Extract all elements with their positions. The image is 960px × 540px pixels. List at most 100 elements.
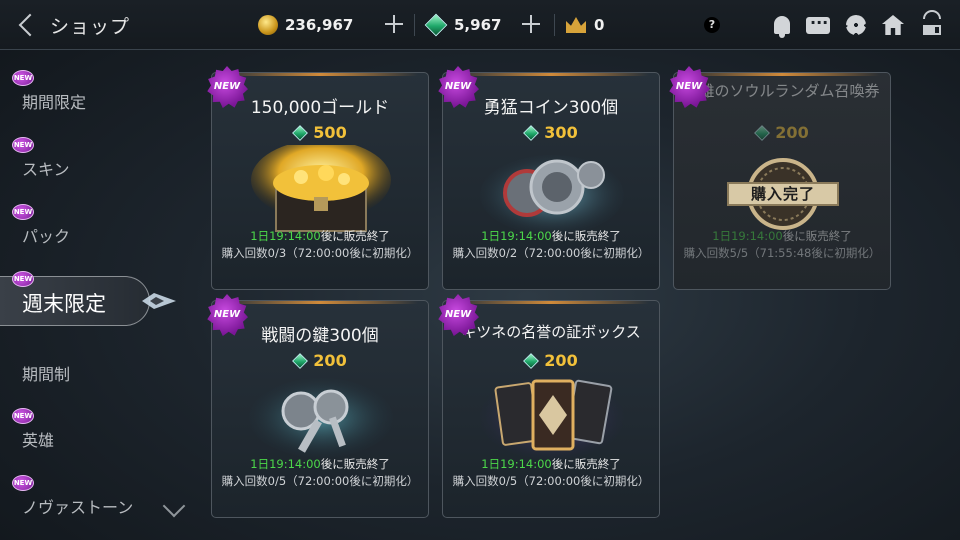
gold-chest-image xyxy=(251,145,391,232)
add-gold-button[interactable] xyxy=(382,12,406,36)
purchase-count: 購入回数0/5（72:00:00後に初期化） xyxy=(452,474,650,488)
timer-value: 1日19:14:00 xyxy=(481,229,552,243)
sidebar-item-skin[interactable]: NEW スキン xyxy=(0,137,170,179)
top-bar: ショップ 236,967 5,967 0 ? xyxy=(0,0,960,50)
new-badge: NEW xyxy=(12,204,34,220)
sidebar-item-period[interactable]: 期間制 xyxy=(0,350,170,390)
help-icon[interactable]: ? xyxy=(704,17,720,33)
timer-suffix: 後に販売終了 xyxy=(320,457,390,471)
price-value: 200 xyxy=(544,351,578,370)
add-gem-button[interactable] xyxy=(519,12,543,36)
shop-card-soul-ticket[interactable]: 英雄のソウルランダム召喚券 200 1日19:14:00後に販売終了 購入回数5… xyxy=(673,72,891,290)
gold-currency: 236,967 xyxy=(258,12,353,38)
crown-amount: 0 xyxy=(594,16,605,34)
sidebar-item-hero[interactable]: NEW 英雄 xyxy=(0,408,170,450)
new-badge: NEW xyxy=(12,137,34,153)
sidebar-item-label: 英雄 xyxy=(22,431,55,450)
sidebar-item-novastone[interactable]: NEW ノヴァストーン xyxy=(0,475,170,517)
timer-suffix: 後に販売終了 xyxy=(551,229,621,243)
chevron-left-icon xyxy=(18,13,42,37)
chat-button[interactable] xyxy=(805,12,831,38)
sidebar-item-label: 期間限定 xyxy=(22,93,87,112)
price-value: 300 xyxy=(544,123,578,142)
settings-button[interactable] xyxy=(843,12,869,38)
gem-currency: 5,967 xyxy=(424,12,502,38)
sale-timer: 1日19:14:00後に販売終了 xyxy=(212,228,428,244)
item-name: 勇猛コイン300個 xyxy=(483,98,619,118)
timer-suffix: 後に販売終了 xyxy=(782,229,852,243)
sidebar-item-limited[interactable]: NEW 期間限定 xyxy=(0,70,170,112)
sidebar-item-label: 週末限定 xyxy=(22,292,106,316)
crown-icon xyxy=(566,17,586,33)
timer-suffix: 後に販売終了 xyxy=(551,457,621,471)
gem-icon xyxy=(424,13,448,37)
sidebar-item-label: スキン xyxy=(22,160,70,179)
item-name: 英雄のソウルランダム召喚券 xyxy=(684,82,880,100)
timer-suffix: 後に販売終了 xyxy=(320,229,390,243)
sale-timer: 1日19:14:00後に販売終了 xyxy=(212,456,428,472)
timer-value: 1日19:14:00 xyxy=(250,229,321,243)
purchase-count: 購入回数0/3（72:00:00後に初期化） xyxy=(221,246,419,260)
gem-icon xyxy=(292,352,309,369)
divider xyxy=(554,14,555,36)
price-value: 500 xyxy=(313,123,347,142)
notification-button[interactable] xyxy=(769,12,795,38)
item-name: キツネの名誉の証ボックス xyxy=(461,323,641,341)
keys-image xyxy=(249,378,393,458)
home-icon xyxy=(882,15,904,35)
new-badge: NEW xyxy=(12,475,34,491)
new-badge: NEW xyxy=(12,408,34,424)
gem-icon xyxy=(523,124,540,141)
page-title: ショップ xyxy=(50,15,131,38)
fox-card-box-image xyxy=(480,376,624,460)
gem-icon xyxy=(754,124,771,141)
sale-timer: 1日19:14:00後に販売終了 xyxy=(443,456,659,472)
new-badge: NEW xyxy=(12,271,34,287)
new-badge: NEW xyxy=(12,70,34,86)
sidebar-item-label: 期間制 xyxy=(22,365,71,384)
gear-icon xyxy=(846,15,866,35)
item-price: 200 xyxy=(212,351,428,370)
shop-card-gold[interactable]: 150,000ゴールド 500 1日19:14:00後に販売終了 購入回数0/3… xyxy=(211,72,429,290)
sidebar-item-label: パック xyxy=(22,227,71,246)
sold-out-label: 購入完了 xyxy=(750,185,815,203)
shop-card-coins[interactable]: 勇猛コイン300個 300 1日19:14:00後に販売終了 購入回数0/2（7… xyxy=(442,72,660,290)
sidebar-item-label: ノヴァストーン xyxy=(22,498,134,517)
item-price: 200 xyxy=(674,123,890,142)
item-price: 200 xyxy=(443,351,659,370)
category-sidebar: NEW 期間限定 NEW スキン NEW パック NEW 週末限定 期間制 NE… xyxy=(0,50,200,540)
back-button[interactable]: ショップ xyxy=(14,10,130,40)
bell-icon xyxy=(774,16,790,38)
item-price: 300 xyxy=(443,123,659,142)
selection-arrow-icon xyxy=(142,293,176,309)
lion-coins-image xyxy=(480,155,624,235)
sidebar-item-pack[interactable]: NEW パック xyxy=(0,204,170,246)
gold-amount: 236,967 xyxy=(285,16,354,34)
gold-coin-icon xyxy=(258,15,278,35)
battery-icon xyxy=(923,25,941,35)
divider xyxy=(414,14,415,36)
item-name: 戦闘の鍵300個 xyxy=(261,326,379,346)
gem-amount: 5,967 xyxy=(454,16,502,34)
price-value: 200 xyxy=(313,351,347,370)
timer-value: 1日19:14:00 xyxy=(250,457,321,471)
home-button[interactable] xyxy=(880,12,906,38)
shop-card-fox-box[interactable]: キツネの名誉の証ボックス 200 1日19:14:00後に販売終了 購入回数0/… xyxy=(442,300,660,518)
purchase-count: 購入回数0/5（72:00:00後に初期化） xyxy=(221,474,419,488)
purchase-count: 購入回数5/5（71:55:48後に初期化） xyxy=(683,246,881,260)
shop-card-keys[interactable]: 戦闘の鍵300個 200 1日19:14:00後に販売終了 購入回数0/5（72… xyxy=(211,300,429,518)
item-name: 150,000ゴールド xyxy=(250,98,390,118)
sale-timer: 1日19:14:00後に販売終了 xyxy=(443,228,659,244)
purchase-count: 購入回数0/2（72:00:00後に初期化） xyxy=(452,246,650,260)
scroll-down-chevron-icon[interactable] xyxy=(160,500,188,520)
price-value: 200 xyxy=(775,123,809,142)
item-price: 500 xyxy=(212,123,428,142)
wifi-icon xyxy=(923,10,941,19)
connection-status xyxy=(922,10,942,42)
timer-value: 1日19:14:00 xyxy=(712,229,783,243)
timer-value: 1日19:14:00 xyxy=(481,457,552,471)
gem-icon xyxy=(292,124,309,141)
sidebar-item-weekend[interactable]: NEW 週末限定 xyxy=(0,271,150,326)
crown-currency: 0 xyxy=(566,12,604,38)
chat-icon xyxy=(806,13,830,34)
